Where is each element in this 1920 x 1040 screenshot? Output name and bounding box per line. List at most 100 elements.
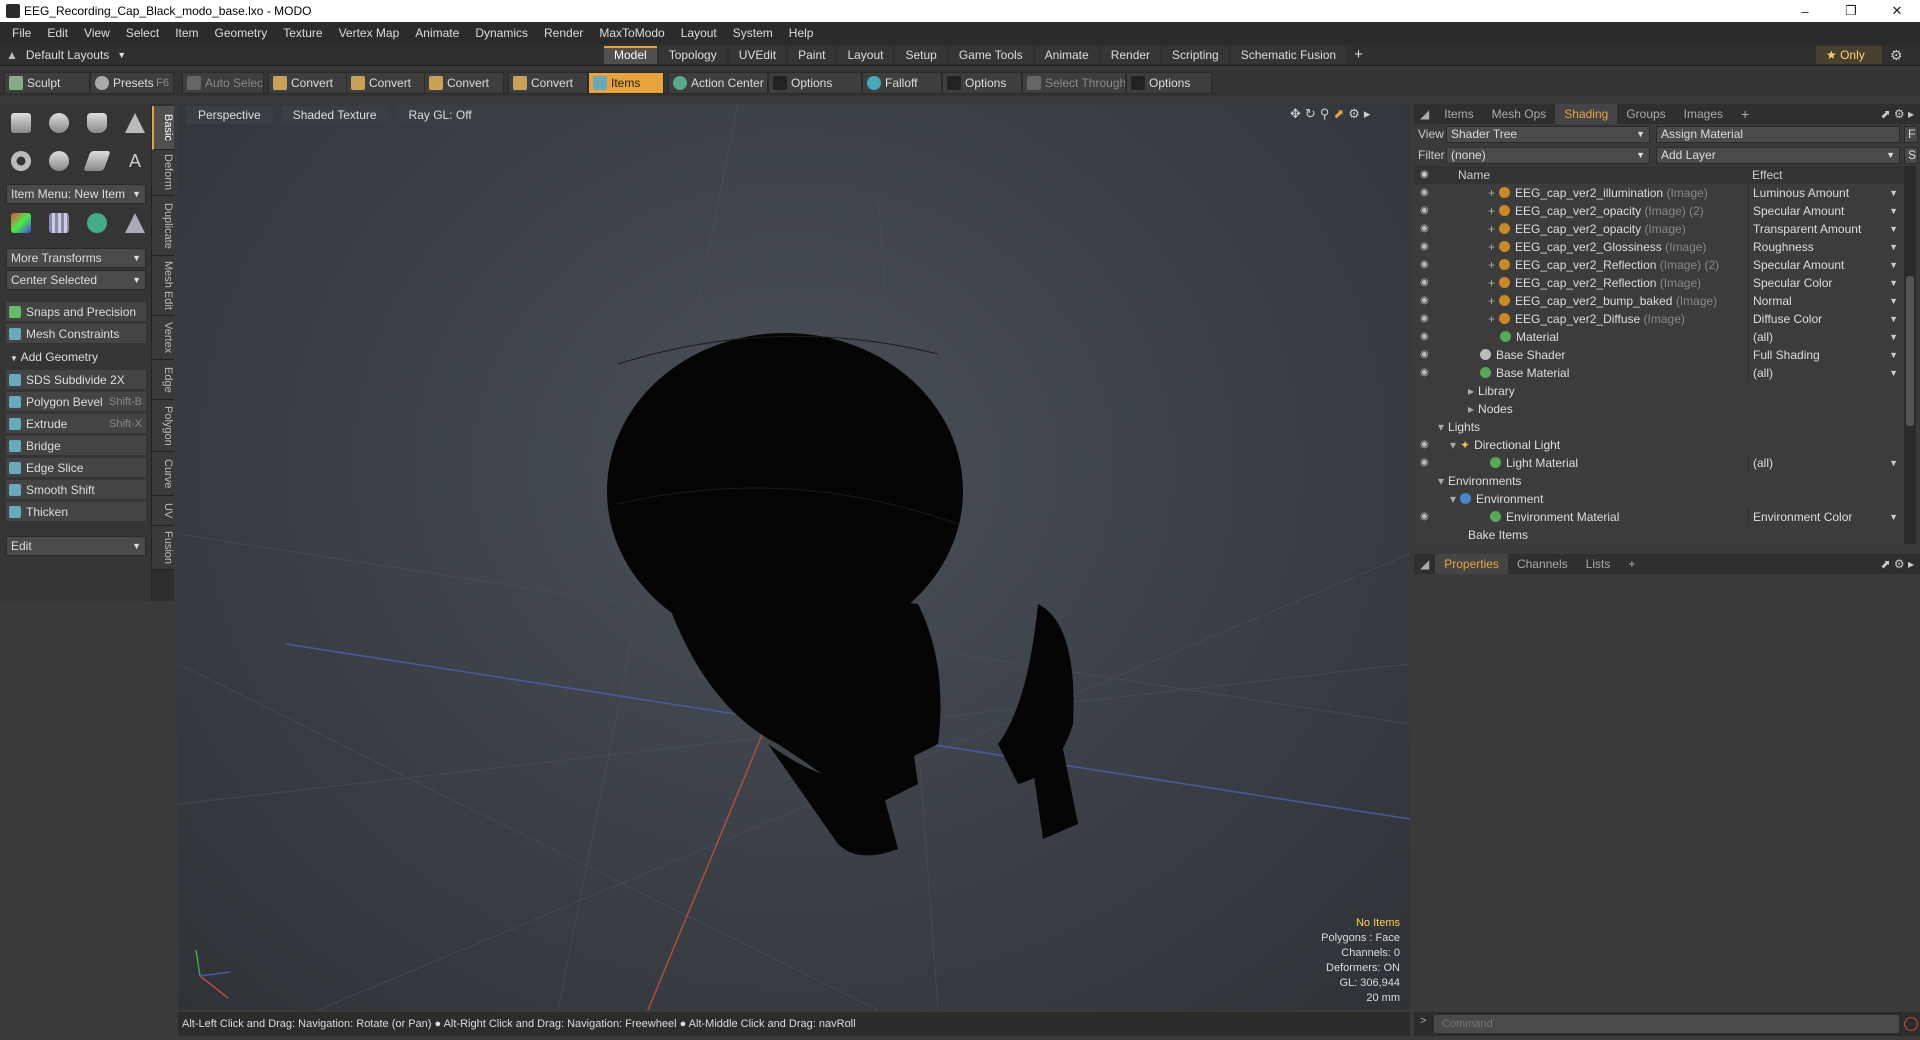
eye-icon[interactable]: ◉: [1420, 238, 1434, 256]
tree-row-bake-items[interactable]: Bake Items: [1414, 526, 1904, 544]
tab-schematic-fusion[interactable]: Schematic Fusion: [1230, 46, 1347, 64]
options-button-2[interactable]: Options: [942, 72, 1022, 94]
tab-animate[interactable]: Animate: [1034, 46, 1099, 64]
grid-icon[interactable]: [44, 208, 74, 238]
snaps-precision-button[interactable]: Snaps and Precision: [6, 302, 146, 322]
eye-icon[interactable]: ◉: [1420, 202, 1434, 220]
tab-setup[interactable]: Setup: [895, 46, 947, 64]
vtab-vertex[interactable]: Vertex: [152, 316, 174, 360]
raygl-button[interactable]: Ray GL: Off: [396, 106, 484, 124]
eye-icon[interactable]: ◉: [1420, 256, 1434, 274]
edit-dropdown[interactable]: Edit ▼: [6, 536, 146, 556]
vtab-mesh-edit[interactable]: Mesh Edit: [152, 256, 174, 316]
eye-icon[interactable]: ◉: [1420, 436, 1434, 454]
add-layer-dropdown[interactable]: Add Layer ▼: [1656, 146, 1900, 164]
tab-shading[interactable]: Shading: [1555, 104, 1618, 124]
panel-menu-icon[interactable]: ◢: [1414, 104, 1435, 124]
action-center-button[interactable]: Action Center: [668, 72, 768, 94]
eye-icon[interactable]: ◉: [1420, 328, 1434, 346]
tree-row-library[interactable]: ▸ Library: [1414, 382, 1904, 400]
tree-row-nodes[interactable]: ▸ Nodes: [1414, 400, 1904, 418]
tab-items[interactable]: Items: [1435, 104, 1482, 124]
vtab-edge[interactable]: Edge: [152, 360, 174, 400]
effect-dropdown[interactable]: Diffuse Color ▼: [1748, 310, 1902, 328]
tool-bridge[interactable]: Bridge: [6, 436, 146, 456]
convert-button-1[interactable]: Convert: [268, 72, 348, 94]
tree-scrollbar[interactable]: [1904, 166, 1916, 544]
select-through-button[interactable]: Select Through: [1022, 72, 1126, 94]
menu-item[interactable]: Item: [167, 22, 206, 44]
column-name[interactable]: Name: [1458, 166, 1490, 184]
menu-layout[interactable]: Layout: [673, 22, 725, 44]
tree-row[interactable]: ◉ + EEG_cap_ver2_illumination (Image) Lumin…: [1414, 184, 1904, 202]
expand-icon[interactable]: +: [1488, 240, 1495, 254]
tool-sds-subdivide[interactable]: SDS Subdivide 2X: [6, 370, 146, 390]
menu-system[interactable]: System: [725, 22, 781, 44]
eye-icon[interactable]: ◉: [1420, 364, 1434, 382]
expand-icon[interactable]: +: [1488, 258, 1495, 272]
menu-texture[interactable]: Texture: [275, 22, 330, 44]
restore-icon[interactable]: ❐: [1828, 0, 1874, 22]
scrollbar-thumb[interactable]: [1906, 276, 1914, 426]
perspective-button[interactable]: Perspective: [186, 106, 273, 124]
effect-dropdown[interactable]: Luminous Amount ▼: [1748, 184, 1902, 202]
gear-icon[interactable]: ⚙: [1894, 107, 1905, 121]
add-tab-icon[interactable]: +: [1348, 46, 1369, 64]
assign-material-button[interactable]: Assign Material: [1656, 125, 1900, 143]
eye-icon[interactable]: ◉: [1420, 508, 1434, 526]
expand-icon[interactable]: +: [1488, 204, 1495, 218]
pen-icon[interactable]: [82, 146, 112, 176]
torus-icon[interactable]: [6, 146, 36, 176]
tab-layout[interactable]: Layout: [837, 46, 894, 64]
view-dropdown[interactable]: Shader Tree ▼: [1446, 125, 1650, 143]
tree-row[interactable]: ◉ + EEG_cap_ver2_Reflection (Image) Specula…: [1414, 274, 1904, 292]
tool-extrude[interactable]: Extrude Shift-X: [6, 414, 146, 434]
options-button-1[interactable]: Options: [768, 72, 862, 94]
vtab-curve[interactable]: Curve: [152, 452, 174, 496]
tab-model[interactable]: Model: [604, 46, 657, 64]
vtab-fusion[interactable]: Fusion: [152, 526, 174, 570]
falloff-button[interactable]: Falloff: [862, 72, 942, 94]
tab-groups[interactable]: Groups: [1617, 104, 1674, 124]
tree-row[interactable]: ◉ + EEG_cap_ver2_opacity (Image) Transparen…: [1414, 220, 1904, 238]
capsule-icon[interactable]: [44, 146, 74, 176]
tab-uvedit[interactable]: UVEdit: [728, 46, 787, 64]
add-tab-icon[interactable]: +: [1732, 104, 1758, 124]
eye-icon[interactable]: ◉: [1420, 310, 1434, 328]
collapse-icon[interactable]: ▾: [1438, 474, 1444, 488]
expand-icon[interactable]: +: [1488, 222, 1495, 236]
collapse-icon[interactable]: ▾: [1450, 492, 1456, 506]
item-menu-dropdown[interactable]: Item Menu: New Item ▼: [6, 184, 146, 204]
more-transforms-dropdown[interactable]: More Transforms ▼: [6, 248, 146, 268]
add-geometry-section[interactable]: ▼ Add Geometry: [6, 348, 146, 366]
convert-button-2[interactable]: Convert: [346, 72, 426, 94]
close-icon[interactable]: ✕: [1874, 0, 1920, 22]
tree-row[interactable]: ◉ + EEG_cap_ver2_Reflection (Image) (2) Spe…: [1414, 256, 1904, 274]
menu-dynamics[interactable]: Dynamics: [467, 22, 536, 44]
more-icon[interactable]: ▸: [1908, 557, 1914, 571]
cube-icon[interactable]: [6, 108, 36, 138]
menu-edit[interactable]: Edit: [39, 22, 76, 44]
effect-dropdown[interactable]: Environment Color ▼: [1748, 508, 1902, 526]
minimize-icon[interactable]: –: [1782, 0, 1828, 22]
collapse-icon[interactable]: ▾: [1450, 438, 1456, 452]
tool-polygon-bevel[interactable]: Polygon Bevel Shift-B: [6, 392, 146, 412]
menu-help[interactable]: Help: [781, 22, 822, 44]
command-input[interactable]: [1434, 1015, 1899, 1033]
tab-mesh-ops[interactable]: Mesh Ops: [1483, 104, 1556, 124]
globe-icon[interactable]: [82, 208, 112, 238]
tab-render[interactable]: Render: [1100, 46, 1161, 64]
sculpt-button[interactable]: Sculpt: [4, 72, 90, 94]
zoom-view-icon[interactable]: ⚲: [1320, 106, 1330, 122]
tree-row[interactable]: ◉ + EEG_cap_ver2_Diffuse (Image) Diffuse Co…: [1414, 310, 1904, 328]
gear-icon[interactable]: ⚙: [1890, 46, 1910, 64]
tab-properties[interactable]: Properties: [1435, 554, 1508, 574]
tree-row-environment-material[interactable]: ◉ Environment Material Environment Color ▼: [1414, 508, 1904, 526]
viewport-settings-icon[interactable]: ⚙: [1348, 106, 1360, 122]
vtab-basic[interactable]: Basic: [152, 106, 174, 150]
tree-row-environments[interactable]: ▾ Environments: [1414, 472, 1904, 490]
menu-maxtomodo[interactable]: MaxToModo: [591, 22, 672, 44]
eye-icon[interactable]: ◉: [1420, 184, 1434, 202]
eye-icon[interactable]: ◉: [1420, 274, 1434, 292]
collapse-icon[interactable]: ▾: [1438, 420, 1444, 434]
